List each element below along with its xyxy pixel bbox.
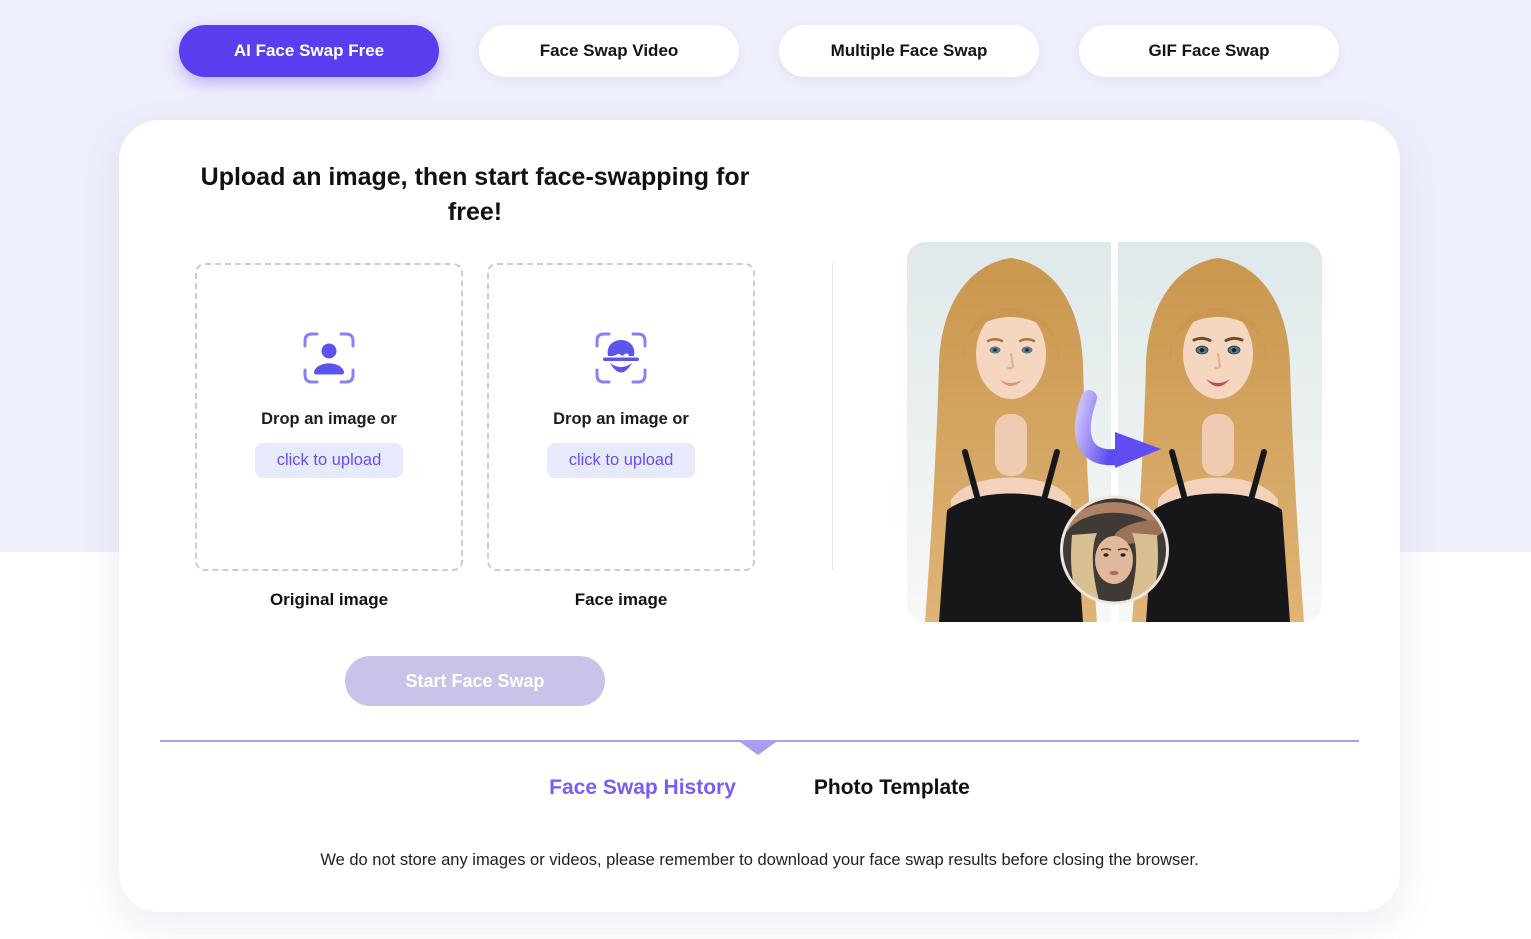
face-image-caption: Face image — [487, 590, 755, 610]
demo-face-swap-image — [907, 242, 1322, 622]
drop-hint-text: Drop an image or — [553, 410, 689, 429]
top-nav: AI Face Swap Free Face Swap Video Multip… — [179, 25, 1339, 77]
vertical-divider — [832, 263, 833, 571]
nav-tab-ai-face-swap-free[interactable]: AI Face Swap Free — [179, 25, 439, 77]
divider-arrow-down-icon — [740, 742, 776, 755]
start-face-swap-button[interactable]: Start Face Swap — [345, 656, 605, 706]
bottom-tabs: Face Swap History Photo Template — [119, 776, 1400, 800]
original-image-caption: Original image — [195, 590, 463, 610]
original-image-upload-button[interactable]: click to upload — [255, 443, 404, 478]
tab-face-swap-history[interactable]: Face Swap History — [549, 776, 736, 800]
tab-photo-template[interactable]: Photo Template — [814, 776, 970, 800]
source-face-inset — [1062, 497, 1169, 604]
nav-tab-gif-face-swap[interactable]: GIF Face Swap — [1079, 25, 1339, 77]
face-scan-icon — [593, 330, 649, 386]
person-scan-icon — [301, 330, 357, 386]
nav-tab-face-swap-video[interactable]: Face Swap Video — [479, 25, 739, 77]
nav-tab-multiple-face-swap[interactable]: Multiple Face Swap — [779, 25, 1039, 77]
face-swap-panel: Upload an image, then start face-swappin… — [119, 120, 1400, 912]
face-image-upload-button[interactable]: click to upload — [547, 443, 696, 478]
page-title: Upload an image, then start face-swappin… — [199, 160, 751, 230]
drop-hint-text: Drop an image or — [261, 410, 397, 429]
original-image-dropzone[interactable]: Drop an image or click to upload — [195, 263, 463, 571]
face-image-dropzone[interactable]: Drop an image or click to upload — [487, 263, 755, 571]
privacy-disclaimer: We do not store any images or videos, pl… — [119, 851, 1400, 870]
